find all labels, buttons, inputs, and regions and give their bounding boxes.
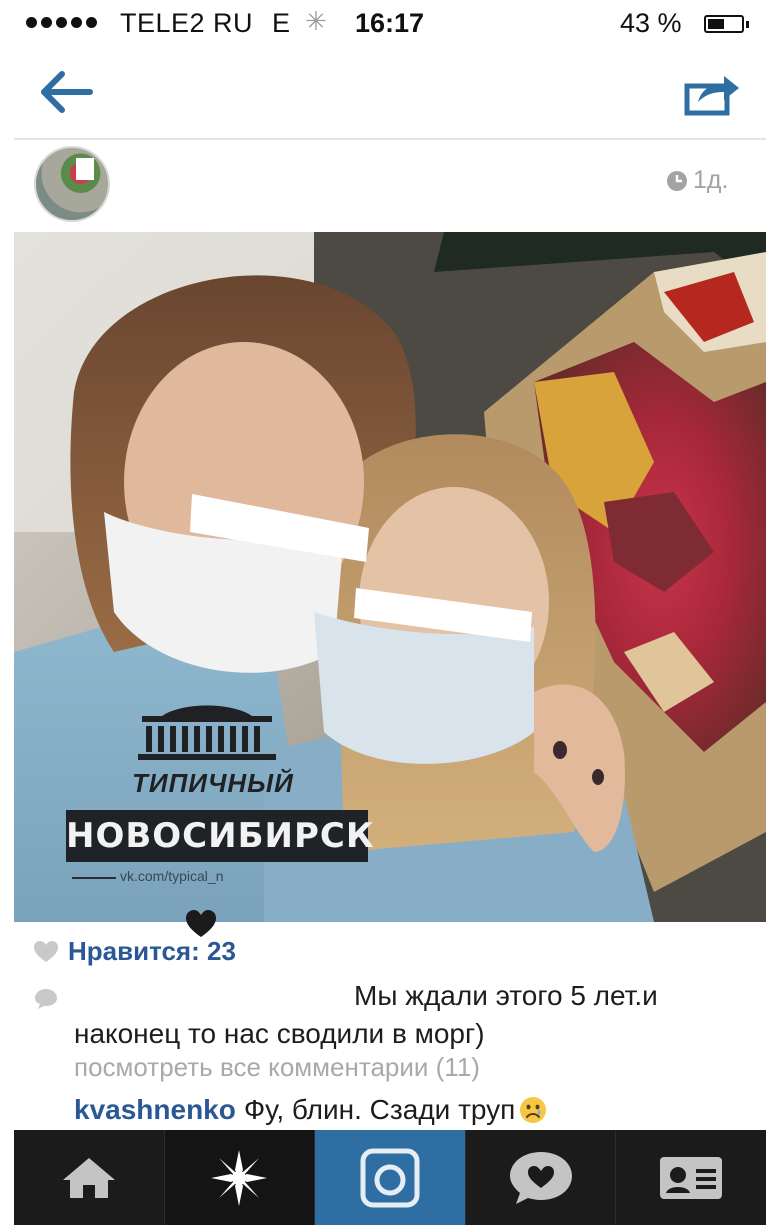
caption-author-redacted xyxy=(74,982,354,1012)
tab-activity[interactable] xyxy=(466,1130,617,1225)
arrow-left-icon[interactable] xyxy=(36,68,96,116)
sad-face-emoji-icon xyxy=(520,1097,547,1123)
tab-explore[interactable] xyxy=(164,1130,316,1225)
watermark-divider xyxy=(72,877,116,879)
battery-icon xyxy=(704,15,744,33)
likes-count[interactable]: Нравится: 23 xyxy=(68,936,236,967)
battery-tip xyxy=(746,21,749,28)
timestamp-text: 1д. xyxy=(693,166,729,194)
carrier-name: TELE2 RU xyxy=(120,8,254,38)
status-bar: TELE2 RU E ✳ 16:17 43 % xyxy=(0,0,766,48)
watermark-url: vk.com/typical_n xyxy=(120,868,224,884)
avatar[interactable] xyxy=(34,146,110,222)
watermark-line1: типичный xyxy=(132,768,294,798)
nav-bar xyxy=(14,48,766,140)
post-timestamp: 1д. xyxy=(666,166,728,195)
clock-icon xyxy=(667,170,687,191)
theatre-building-icon xyxy=(138,705,276,760)
tab-bar xyxy=(14,1130,766,1225)
comment: kvashnenko Фу, блин. Сзади труп xyxy=(74,1094,547,1126)
tab-profile[interactable] xyxy=(616,1130,766,1225)
post-photo[interactable]: типичный НОВОСИБИРСК vk.com/typical_n xyxy=(14,232,766,922)
share-icon[interactable] xyxy=(684,70,742,116)
tab-camera[interactable] xyxy=(315,1130,466,1225)
post-header: 1д. xyxy=(14,140,766,232)
tab-home[interactable] xyxy=(14,1130,165,1225)
network-type: E xyxy=(272,8,291,38)
view-all-comments-link[interactable]: посмотреть все комментарии (11) xyxy=(74,1052,480,1083)
activity-icon xyxy=(509,1151,572,1204)
home-icon xyxy=(62,1157,115,1198)
watermark: типичный НОВОСИБИРСК vk.com/typical_n xyxy=(32,702,382,902)
likes-row: Нравится: 23 xyxy=(34,936,236,967)
status-time: 16:17 xyxy=(355,8,425,38)
avatar-redaction xyxy=(76,158,94,180)
signal-strength-icon xyxy=(26,17,97,28)
like-heart-icon[interactable] xyxy=(34,940,58,963)
comment-username[interactable]: kvashnenko xyxy=(74,1094,236,1126)
comment-bubble-icon xyxy=(35,989,57,1009)
profile-icon xyxy=(660,1156,723,1199)
instagram-screen: TELE2 RU E ✳ 16:17 43 % 1д. ТИПИЧНЫЙ НОВ… xyxy=(0,0,766,1225)
camera-icon xyxy=(360,1148,420,1207)
explore-icon xyxy=(211,1149,268,1206)
caption-line-1: Мы ждали этого 5 лет.и xyxy=(354,980,658,1011)
heart-icon xyxy=(186,910,216,937)
comment-text: Фу, блин. Сзади труп xyxy=(243,1094,516,1125)
caption-line-2: наконец то нас сводили в морг) xyxy=(74,1018,485,1049)
network-activity-icon: ✳ xyxy=(305,6,327,36)
watermark-line2: НОВОСИБИРСК xyxy=(66,810,374,862)
battery-percent: 43 % xyxy=(620,8,682,38)
